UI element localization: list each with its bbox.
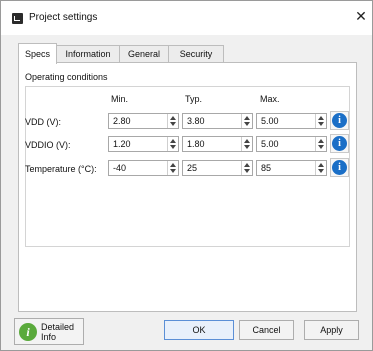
vdd-typ-input[interactable]: [183, 114, 241, 128]
detailed-info-button[interactable]: i Detailed Info: [14, 318, 84, 345]
detailed-info-line1: Detailed: [41, 322, 75, 332]
info-icon[interactable]: i: [332, 136, 347, 151]
tab-information[interactable]: Information: [56, 45, 120, 62]
temperature-info-button[interactable]: i: [330, 158, 349, 177]
spin-down-icon[interactable]: [318, 145, 324, 149]
spin-down-icon[interactable]: [170, 145, 176, 149]
apply-button[interactable]: Apply: [304, 320, 359, 340]
close-icon[interactable]: ✕: [350, 5, 372, 27]
vdd-min-input[interactable]: [109, 114, 167, 128]
tab-security[interactable]: Security: [168, 45, 224, 62]
spin-buttons[interactable]: [167, 114, 178, 128]
spin-up-icon[interactable]: [244, 139, 250, 143]
vddio-typ-input[interactable]: [183, 137, 241, 151]
row-label-temperature: Temperature (°C):: [25, 164, 97, 174]
temperature-min-stepper[interactable]: [108, 160, 179, 176]
vdd-max-input[interactable]: [257, 114, 315, 128]
spin-down-icon[interactable]: [170, 122, 176, 126]
vdd-min-stepper[interactable]: [108, 113, 179, 129]
temperature-typ-input[interactable]: [183, 161, 241, 175]
detailed-info-icon: i: [19, 323, 37, 341]
info-icon[interactable]: i: [332, 160, 347, 175]
spin-down-icon[interactable]: [244, 169, 250, 173]
spin-down-icon[interactable]: [244, 145, 250, 149]
spin-buttons[interactable]: [315, 161, 326, 175]
column-header-typ: Typ.: [185, 94, 203, 104]
spin-buttons[interactable]: [315, 114, 326, 128]
tab-specs[interactable]: Specs: [18, 43, 57, 64]
column-header-max: Max.: [260, 94, 280, 104]
app-icon: [12, 13, 23, 24]
specs-panel: Operating conditions Min. Typ. Max. VDD …: [18, 62, 357, 312]
info-icon[interactable]: i: [332, 113, 347, 128]
project-settings-dialog: Project settings ✕ Specs Information Gen…: [0, 0, 373, 351]
column-header-min: Min.: [111, 94, 129, 104]
vddio-max-stepper[interactable]: [256, 136, 327, 152]
spin-down-icon[interactable]: [318, 169, 324, 173]
temperature-typ-stepper[interactable]: [182, 160, 253, 176]
temperature-max-input[interactable]: [257, 161, 315, 175]
vddio-min-stepper[interactable]: [108, 136, 179, 152]
vddio-min-input[interactable]: [109, 137, 167, 151]
vddio-info-button[interactable]: i: [330, 134, 349, 153]
spin-buttons[interactable]: [167, 161, 178, 175]
spin-buttons[interactable]: [241, 114, 252, 128]
detailed-info-line2: Info: [41, 332, 57, 342]
temperature-max-stepper[interactable]: [256, 160, 327, 176]
vdd-max-stepper[interactable]: [256, 113, 327, 129]
spin-down-icon[interactable]: [318, 122, 324, 126]
row-label-vdd: VDD (V):: [25, 117, 61, 127]
vddio-max-input[interactable]: [257, 137, 315, 151]
spin-down-icon[interactable]: [170, 169, 176, 173]
spin-up-icon[interactable]: [318, 163, 324, 167]
cancel-button[interactable]: Cancel: [239, 320, 294, 340]
spin-down-icon[interactable]: [244, 122, 250, 126]
vdd-info-button[interactable]: i: [330, 111, 349, 130]
spin-buttons[interactable]: [241, 137, 252, 151]
spin-up-icon[interactable]: [170, 163, 176, 167]
spin-buttons[interactable]: [241, 161, 252, 175]
ok-button[interactable]: OK: [164, 320, 234, 340]
temperature-min-input[interactable]: [109, 161, 167, 175]
group-title: Operating conditions: [25, 72, 108, 82]
spin-up-icon[interactable]: [170, 139, 176, 143]
spin-buttons[interactable]: [167, 137, 178, 151]
tab-general[interactable]: General: [119, 45, 169, 62]
vdd-typ-stepper[interactable]: [182, 113, 253, 129]
detailed-info-label: Detailed Info: [41, 322, 74, 342]
row-label-vddio: VDDIO (V):: [25, 140, 71, 150]
spin-buttons[interactable]: [315, 137, 326, 151]
spin-up-icon[interactable]: [244, 116, 250, 120]
window-title: Project settings: [29, 12, 98, 23]
spin-up-icon[interactable]: [244, 163, 250, 167]
spin-up-icon[interactable]: [170, 116, 176, 120]
spin-up-icon[interactable]: [318, 116, 324, 120]
spin-up-icon[interactable]: [318, 139, 324, 143]
title-bar: Project settings ✕: [1, 1, 372, 35]
vddio-typ-stepper[interactable]: [182, 136, 253, 152]
